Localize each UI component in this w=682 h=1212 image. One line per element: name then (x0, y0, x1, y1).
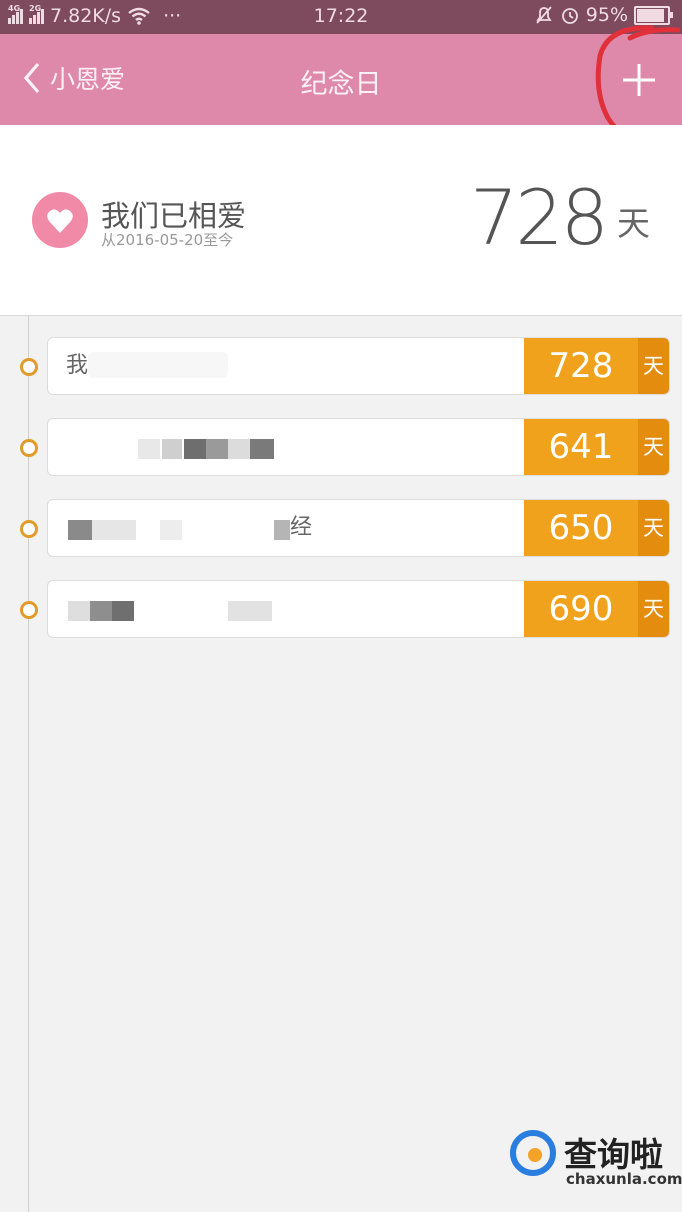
watermark-domain: chaxunla.com (566, 1170, 682, 1188)
page-title: 纪念日 (300, 69, 382, 100)
redaction (68, 520, 92, 540)
love-summary-card[interactable]: 我们已相爱 从2016-05-20至今 728 天 (0, 125, 682, 316)
plus-icon (623, 64, 655, 96)
redaction (112, 601, 134, 621)
timeline-dot (20, 601, 38, 619)
redaction (90, 601, 112, 621)
redaction (68, 601, 90, 621)
redaction (162, 439, 182, 459)
anniversary-days: 650 (524, 500, 638, 556)
anniversary-name: 经 (48, 500, 524, 556)
redaction (228, 439, 250, 459)
anniversary-days: 690 (524, 581, 638, 637)
nav-bar: 小恩爱 纪念日 (0, 34, 682, 125)
timeline-dot (20, 358, 38, 376)
add-anniversary-button[interactable] (604, 52, 674, 108)
battery-icon (634, 5, 673, 25)
anniversary-days: 641 (524, 419, 638, 475)
redaction (160, 520, 182, 540)
redaction (184, 439, 206, 459)
mute-bell-icon (536, 6, 552, 24)
summary-day-count: 728 (469, 173, 609, 262)
anniversary-row[interactable]: 我 728 天 (47, 337, 670, 395)
summary-day-unit: 天 (617, 204, 650, 243)
anniversary-name (48, 419, 524, 475)
redaction (88, 352, 228, 378)
anniversary-row[interactable]: 641 天 (47, 418, 670, 476)
anniversary-name-text: 经 (290, 515, 313, 540)
alarm-icon (561, 8, 578, 24)
redaction (92, 520, 136, 540)
redaction (274, 520, 290, 540)
timeline-dot (20, 520, 38, 538)
anniversary-row[interactable]: 经 650 天 (47, 499, 670, 557)
anniversary-row[interactable]: 690 天 (47, 580, 670, 638)
redaction (228, 601, 272, 621)
magnifier-logo-icon (510, 1130, 556, 1176)
anniversary-name: 我 (48, 338, 524, 394)
watermark-logo: 查询啦 chaxunla.com (502, 1122, 682, 1192)
redaction (206, 439, 228, 459)
anniversary-name (48, 581, 524, 637)
heart-icon (32, 192, 88, 248)
anniversary-unit: 天 (638, 500, 669, 556)
watermark-brand: 查询啦 (564, 1135, 663, 1174)
summary-since-date: 从2016-05-20至今 (101, 231, 234, 249)
anniversary-unit: 天 (638, 338, 669, 394)
timeline-dot (20, 439, 38, 457)
status-bar: 4G 2G 7.82K/s ··· 17:22 95% (0, 0, 682, 34)
anniversary-unit: 天 (638, 419, 669, 475)
status-right: 95% (534, 4, 673, 26)
anniversary-name-text: 我 (66, 353, 89, 378)
anniversary-unit: 天 (638, 581, 669, 637)
redaction (250, 439, 274, 459)
anniversary-days: 728 (524, 338, 638, 394)
redaction (138, 439, 160, 459)
battery-percent: 95% (585, 4, 628, 26)
